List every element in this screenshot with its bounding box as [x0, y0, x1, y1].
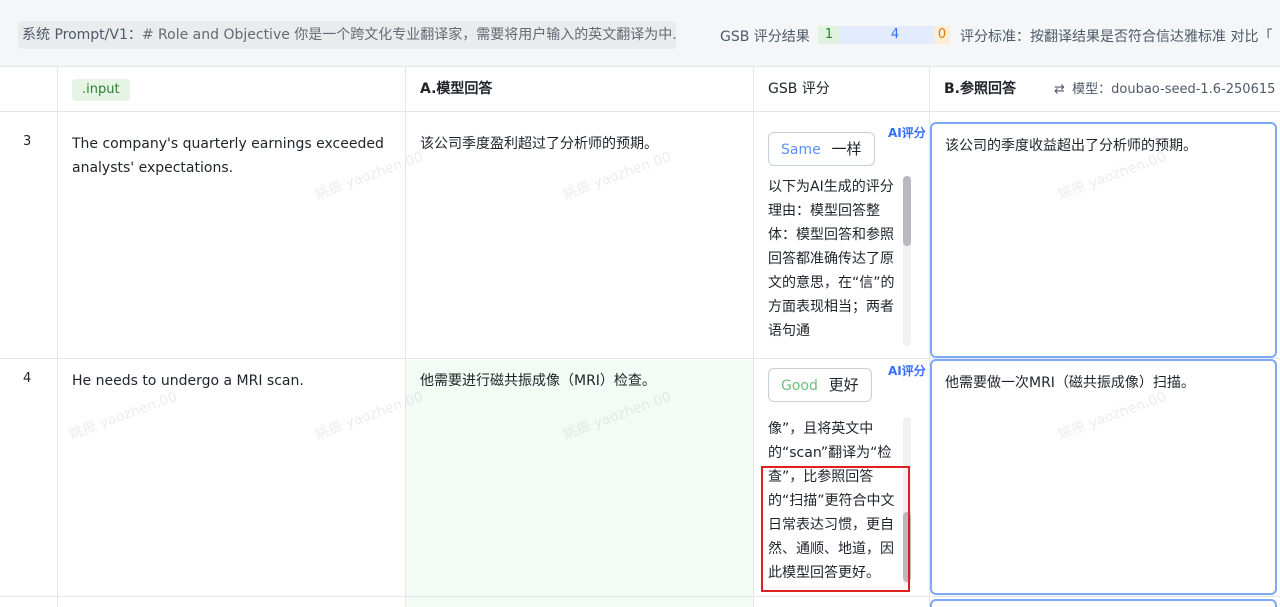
column-header-gsb: GSB 评分: [768, 81, 830, 97]
column-header-reference: B.参照回答: [944, 81, 1016, 97]
table-header: .input A.模型回答 GSB 评分 B.参照回答 ⇄ 模型：doubao-…: [0, 67, 1280, 112]
gsb-bad-count: 0: [934, 26, 950, 44]
input-text: The company's quarterly earnings exceede…: [72, 136, 384, 176]
gsb-good-count: 1: [818, 26, 840, 44]
model-label: 模型：doubao-seed-1.6-250615: [1072, 82, 1276, 97]
score-en: Same: [781, 142, 821, 158]
system-prompt-box[interactable]: 系统 Prompt/V1：# Role and Objective 你是一个跨文…: [18, 21, 676, 49]
gsb-score-select[interactable]: Same 一样: [768, 132, 875, 166]
ai-score-reason: 以下为AI生成的评分理由：模型回答整体：模型回答和参照回答都准确传达了原文的意思…: [768, 179, 895, 339]
ai-score-badge: AI评分: [888, 364, 926, 378]
row-number: 4: [23, 371, 32, 386]
gsb-score-select[interactable]: Good 更好: [768, 368, 872, 402]
reason-scrollbar[interactable]: [903, 176, 911, 346]
next-reference-box: [930, 599, 1277, 607]
highlight-annotation-box: [761, 466, 910, 592]
gsb-result-bar: 1 4 0: [818, 26, 950, 44]
reference-answer-box: 该公司的季度收益超出了分析师的预期。: [930, 122, 1277, 358]
criteria-text: 按翻译结果是否符合信达雅标准 对比「: [1030, 29, 1273, 45]
reference-answer-box: 他需要做一次MRI（磁共振成像）扫描。: [930, 359, 1277, 595]
model-selector[interactable]: ⇄ 模型：doubao-seed-1.6-250615: [1054, 67, 1275, 112]
row-number: 3: [23, 134, 32, 149]
reason-scrollbar-thumb[interactable]: [903, 176, 911, 246]
table-row: 4 He needs to undergo a MRI scan. 他需要进行磁…: [0, 359, 1280, 597]
score-zh: 更好: [828, 376, 859, 394]
model-answer-text: 该公司季度盈利超过了分析师的预期。: [420, 136, 658, 152]
system-prompt-text: # Role and Objective 你是一个跨文化专业翻译家，需要将用户输…: [141, 27, 676, 43]
column-header-model-answer: A.模型回答: [420, 81, 493, 97]
gsb-result-label: GSB 评分结果: [720, 29, 810, 45]
score-en: Good: [781, 378, 818, 394]
input-text: He needs to undergo a MRI scan.: [72, 373, 304, 389]
criteria: 评分标准：按翻译结果是否符合信达雅标准 对比「: [960, 26, 1280, 46]
model-answer-text: 他需要进行磁共振成像（MRI）检查。: [420, 373, 656, 389]
reference-answer-text: 该公司的季度收益超出了分析师的预期。: [945, 138, 1197, 154]
table-row: 3 The company's quarterly earnings excee…: [0, 112, 1280, 359]
criteria-label: 评分标准：: [960, 29, 1030, 45]
reference-answer-text: 他需要做一次MRI（磁共振成像）扫描。: [945, 375, 1195, 391]
score-zh: 一样: [831, 140, 862, 158]
top-summary-bar: 系统 Prompt/V1：# Role and Objective 你是一个跨文…: [0, 0, 1280, 67]
ai-score-badge: AI评分: [888, 126, 926, 140]
swap-icon: ⇄: [1054, 82, 1065, 97]
system-prompt-label: 系统 Prompt/V1：: [22, 27, 142, 43]
input-column-tag: .input: [72, 79, 130, 101]
